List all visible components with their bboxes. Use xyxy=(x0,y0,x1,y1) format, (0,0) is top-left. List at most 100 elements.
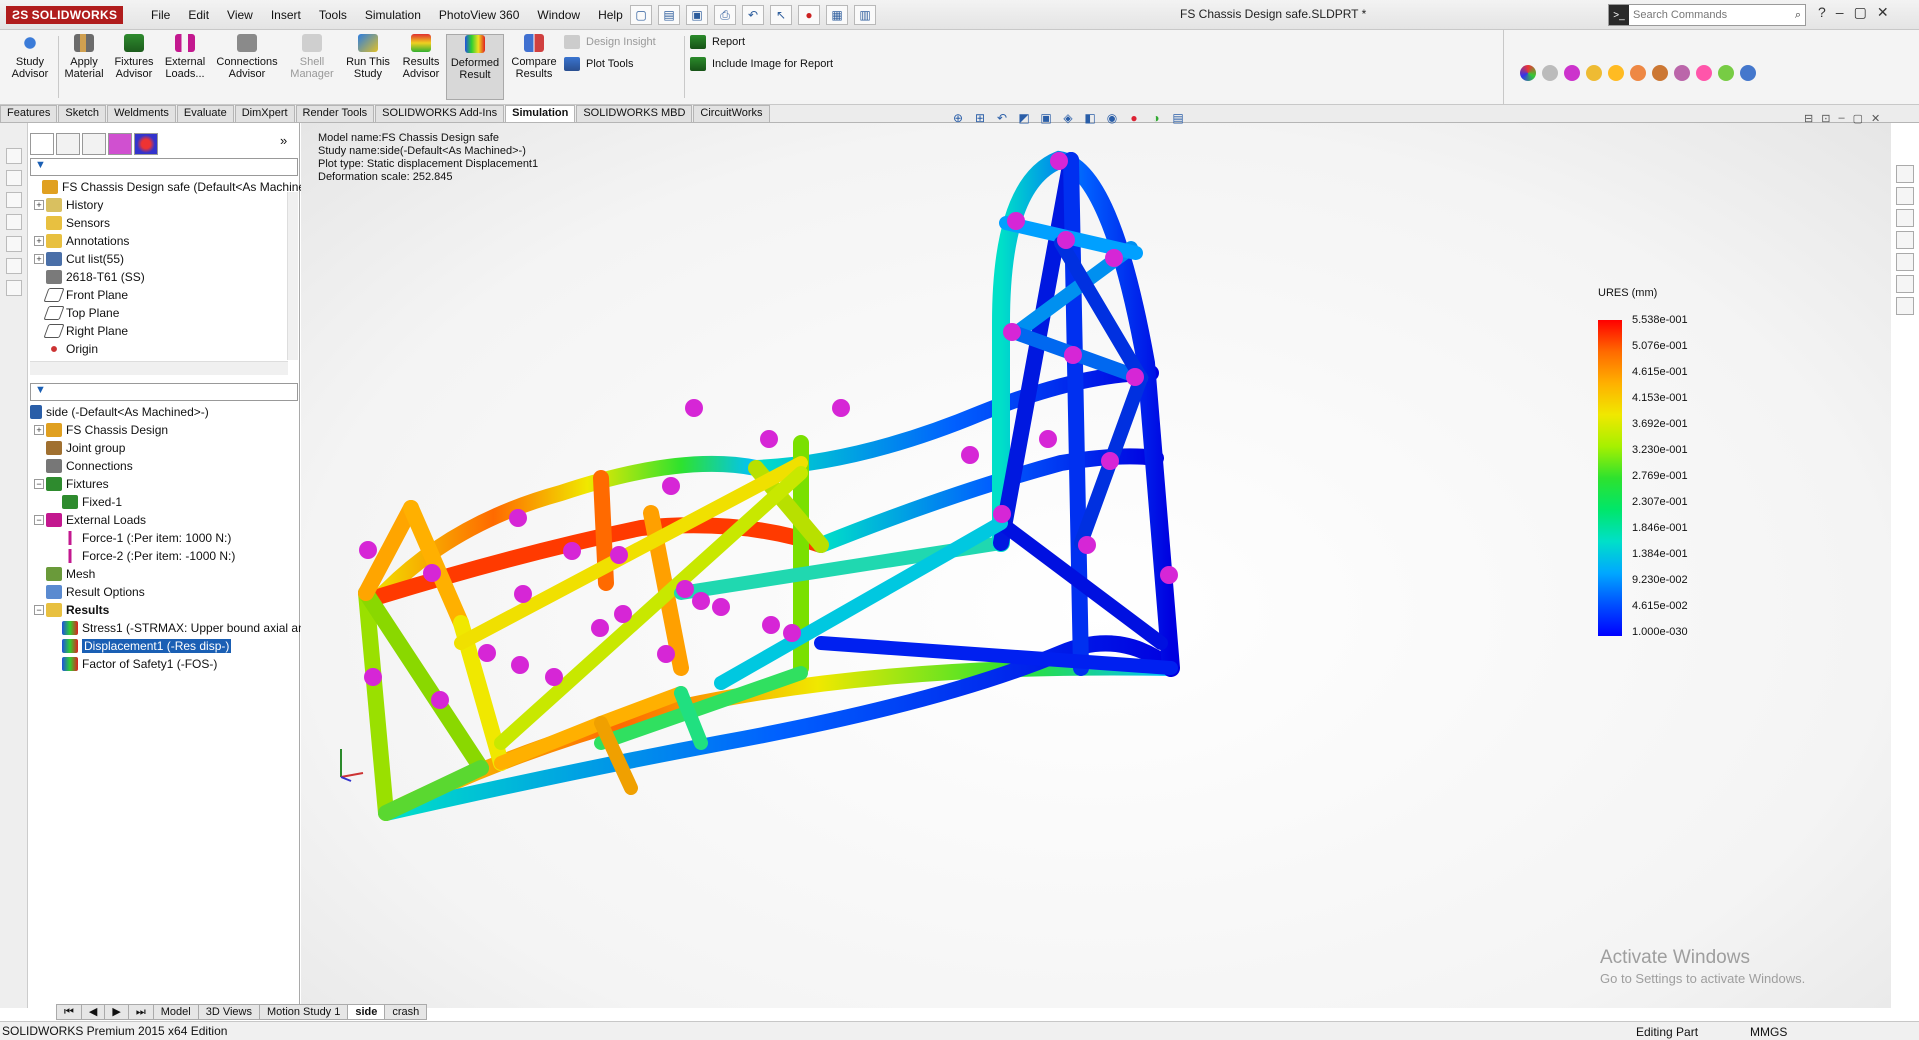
search-commands-field[interactable]: >_ Search Commands ⌕ xyxy=(1608,4,1806,26)
appearances-icon[interactable] xyxy=(1520,65,1536,81)
tree-item-top-plane[interactable]: Top Plane xyxy=(34,304,305,322)
tab-motion-study[interactable]: Motion Study 1 xyxy=(258,1004,349,1020)
preview-icon[interactable] xyxy=(1608,65,1624,81)
integrate-icon[interactable] xyxy=(1718,65,1734,81)
tab-weldments[interactable]: Weldments xyxy=(107,105,176,122)
strip-icon-1[interactable] xyxy=(6,148,22,164)
nav-next-icon[interactable]: ▶ xyxy=(104,1004,129,1020)
viewport-split-icon[interactable]: ⊟ xyxy=(1804,112,1813,125)
study-filter-box[interactable]: ▼ xyxy=(30,383,298,401)
tab-render-tools[interactable]: Render Tools xyxy=(295,105,375,122)
external-loads-button[interactable]: External Loads... xyxy=(160,34,210,80)
help-icon[interactable]: ? xyxy=(1818,4,1826,21)
viewport-tile-icon[interactable]: ⊡ xyxy=(1821,112,1830,125)
hide-show-icon[interactable]: ◉ xyxy=(1104,110,1120,126)
open-icon[interactable]: ▤ xyxy=(658,5,680,25)
tree-item-front-plane[interactable]: Front Plane xyxy=(34,286,305,304)
strip-icon-5[interactable] xyxy=(6,236,22,252)
display-style-icon[interactable]: ◧ xyxy=(1082,110,1098,126)
custom-properties-icon[interactable] xyxy=(1896,275,1914,293)
menu-tools[interactable]: Tools xyxy=(310,8,356,22)
legend-color-bar[interactable] xyxy=(1598,320,1622,636)
property-manager-tab-icon[interactable] xyxy=(56,133,80,155)
tree-item-origin[interactable]: Origin xyxy=(34,340,305,358)
strip-icon-6[interactable] xyxy=(6,258,22,274)
tab-features[interactable]: Features xyxy=(0,105,58,122)
study-item-part[interactable]: + FS Chassis Design xyxy=(34,421,305,439)
viewport-restore-icon[interactable]: ▢ xyxy=(1853,112,1863,125)
tab-model[interactable]: Model xyxy=(152,1004,199,1020)
rebuild-icon[interactable]: ● xyxy=(798,5,820,25)
tab-study-side[interactable]: side xyxy=(347,1004,386,1020)
study-item-fos1[interactable]: Factor of Safety1 (-FOS-) xyxy=(50,655,305,673)
zoom-to-fit-icon[interactable]: ⊕ xyxy=(950,110,966,126)
tree-item-annotations[interactable]: + Annotations xyxy=(34,232,305,250)
viewport-minimize-icon[interactable]: – xyxy=(1838,112,1844,125)
nav-last-icon[interactable]: ⏭ xyxy=(127,1004,154,1020)
search-icon[interactable]: ⌕ xyxy=(1795,9,1801,22)
apply-material-button[interactable]: Apply Material xyxy=(60,34,108,80)
strip-icon-4[interactable] xyxy=(6,214,22,230)
view-settings-icon[interactable]: ▤ xyxy=(1170,110,1186,126)
options-render-icon[interactable] xyxy=(1696,65,1712,81)
study-item-connections[interactable]: Connections xyxy=(34,457,305,475)
menu-insert[interactable]: Insert xyxy=(262,8,310,22)
strip-icon-3[interactable] xyxy=(6,192,22,208)
schedule-render-icon[interactable] xyxy=(1652,65,1668,81)
menu-view[interactable]: View xyxy=(218,8,262,22)
study-item-external-loads[interactable]: − External Loads xyxy=(34,511,305,529)
section-view-icon[interactable]: ◩ xyxy=(1016,110,1032,126)
report-button[interactable]: Report xyxy=(690,35,745,49)
feature-manager-tab-icon[interactable] xyxy=(30,133,54,155)
design-library-icon[interactable] xyxy=(1896,187,1914,205)
menu-window[interactable]: Window xyxy=(528,8,589,22)
deformed-result-button[interactable]: Deformed Result xyxy=(446,34,504,100)
maximize-icon[interactable]: ▢ xyxy=(1854,4,1867,21)
appearances-scenes-icon[interactable] xyxy=(1896,253,1914,271)
nav-prev-icon[interactable]: ◀ xyxy=(80,1004,106,1020)
close-icon[interactable]: ✕ xyxy=(1877,4,1889,21)
study-item-stress1[interactable]: Stress1 (-STRMAX: Upper bound axial an xyxy=(50,619,305,637)
recall-render-icon[interactable] xyxy=(1674,65,1690,81)
decals-icon[interactable] xyxy=(1542,65,1558,81)
expand-icon[interactable]: + xyxy=(34,236,44,246)
feature-filter-box[interactable]: ▼ xyxy=(30,158,298,176)
tree-item-sensors[interactable]: Sensors xyxy=(34,214,305,232)
nav-first-icon[interactable]: ⏮ xyxy=(56,1004,82,1020)
run-study-button[interactable]: Run This Study xyxy=(342,34,394,80)
solidworks-logo[interactable]: ƧS SOLIDWORKS xyxy=(6,6,124,24)
forum-icon[interactable] xyxy=(1896,297,1914,315)
new-document-icon[interactable]: ▢ xyxy=(630,5,652,25)
shell-manager-button[interactable]: Shell Manager xyxy=(286,34,338,80)
render-icon[interactable] xyxy=(1586,65,1602,81)
chassis-model-view[interactable] xyxy=(301,123,1891,1008)
study-item-joint-group[interactable]: Joint group xyxy=(34,439,305,457)
minimize-icon[interactable]: – xyxy=(1836,4,1844,21)
collapse-icon[interactable]: − xyxy=(34,515,44,525)
menu-simulation[interactable]: Simulation xyxy=(356,8,430,22)
tree-item-root[interactable]: FS Chassis Design safe (Default<As Machi… xyxy=(30,178,305,196)
tree-item-cutlist[interactable]: + Cut list(55) xyxy=(34,250,305,268)
view-orientation-icon[interactable]: ◈ xyxy=(1060,110,1076,126)
expand-icon[interactable]: + xyxy=(34,254,44,264)
scene-icon[interactable] xyxy=(1564,65,1580,81)
unit-system-button[interactable]: MMGS xyxy=(1750,1025,1787,1039)
study-root[interactable]: side (-Default<As Machined>-) xyxy=(30,403,305,421)
configuration-manager-tab-icon[interactable] xyxy=(82,133,106,155)
feature-tree-scrollbar[interactable] xyxy=(287,192,298,360)
settings-render-icon[interactable] xyxy=(1740,65,1756,81)
study-item-mesh[interactable]: Mesh xyxy=(34,565,305,583)
collapse-icon[interactable]: − xyxy=(34,479,44,489)
dynamic-annotation-icon[interactable]: ▣ xyxy=(1038,110,1054,126)
study-item-results[interactable]: − Results xyxy=(34,601,305,619)
menu-photoview[interactable]: PhotoView 360 xyxy=(430,8,529,22)
view-palette-icon[interactable] xyxy=(1896,231,1914,249)
study-item-displacement1[interactable]: Displacement1 (-Res disp-) xyxy=(50,637,305,655)
apply-scene-icon[interactable]: ◑ xyxy=(1148,110,1164,126)
tree-item-material[interactable]: 2618-T61 (SS) xyxy=(34,268,305,286)
study-item-force-2[interactable]: Force-2 (:Per item: -1000 N:) xyxy=(50,547,305,565)
study-item-fixtures[interactable]: − Fixtures xyxy=(34,475,305,493)
study-item-force-1[interactable]: Force-1 (:Per item: 1000 N:) xyxy=(50,529,305,547)
study-item-result-options[interactable]: Result Options xyxy=(34,583,305,601)
tree-item-history[interactable]: + History xyxy=(34,196,305,214)
